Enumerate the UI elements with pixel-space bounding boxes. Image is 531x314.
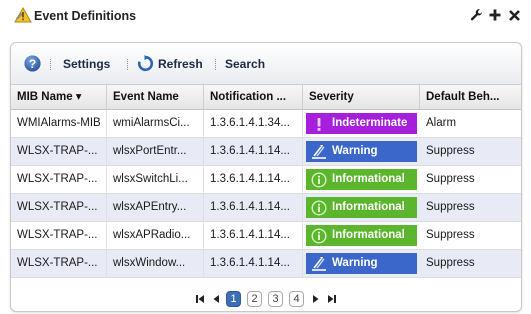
cell-default-behavior: Suppress (426, 173, 475, 185)
severity-badge: Informational (306, 225, 417, 246)
info-icon (311, 199, 327, 216)
settings-button[interactable]: Settings (63, 43, 110, 84)
cell-mib-name: WLSX-TRAP-... (11, 138, 107, 165)
cell-notification-oid: 1.3.6.1.4.1.14... (204, 166, 303, 193)
toolbar-separator (127, 59, 130, 70)
severity-label: Informational (332, 229, 405, 241)
cell-event-name: wmiAlarmsCi... (107, 110, 204, 137)
table-row[interactable]: WLSX-TRAP-... wlsxSwitchLi... 1.3.6.1.4.… (11, 166, 521, 194)
page-4-button[interactable]: 4 (289, 291, 304, 307)
previous-page-button[interactable] (210, 291, 222, 307)
warning-icon (311, 144, 327, 160)
refresh-icon (137, 55, 154, 72)
toolbar-separator (50, 59, 53, 70)
refresh-label: Refresh (158, 56, 203, 71)
plus-icon[interactable] (488, 7, 502, 23)
table-row[interactable]: WLSX-TRAP-... wlsxPortEntr... 1.3.6.1.4.… (11, 138, 521, 166)
severity-label: Informational (332, 173, 405, 185)
severity-badge: Warning (306, 253, 417, 274)
severity-badge: Informational (306, 197, 417, 218)
cell-mib-name: WLSX-TRAP-... (11, 250, 107, 277)
cell-mib-name: WLSX-TRAP-... (11, 194, 107, 221)
cell-default-behavior: Alarm (426, 117, 457, 129)
toolbar-separator (215, 59, 218, 70)
cell-event-name: wlsxAPEntry... (107, 194, 204, 221)
severity-label: Indeterminate (332, 117, 408, 129)
severity-label: Informational (332, 201, 405, 213)
wrench-icon[interactable] (469, 7, 483, 23)
cell-event-name: wlsxAPRadio... (107, 222, 204, 249)
pager: 1 2 3 4 (11, 287, 521, 311)
column-header-event-name[interactable]: Event Name (107, 85, 204, 109)
severity-badge: Informational (306, 169, 417, 190)
cell-default-behavior: Suppress (426, 201, 475, 213)
event-definitions-panel: ? Settings Refresh Search MIB Name ▾ Eve… (10, 42, 522, 312)
refresh-button[interactable]: Refresh (137, 43, 203, 84)
cell-default-behavior: Suppress (426, 145, 475, 157)
cell-mib-name: WMIAlarms-MIB (11, 110, 107, 137)
table-row[interactable]: WLSX-TRAP-... wlsxAPRadio... 1.3.6.1.4.1… (11, 222, 521, 250)
severity-label: Warning (332, 145, 378, 157)
last-page-button[interactable] (326, 291, 338, 307)
cell-notification-oid: 1.3.6.1.4.1.14... (204, 138, 303, 165)
cell-notification-oid: 1.3.6.1.4.1.34... (204, 110, 303, 137)
window-tools (469, 7, 521, 23)
window-titlebar: Event Definitions (0, 0, 531, 32)
cell-default-behavior: Suppress (426, 229, 475, 241)
search-button[interactable]: Search (225, 43, 265, 84)
warning-icon (311, 256, 327, 272)
severity-badge: Indeterminate (306, 113, 417, 134)
cell-notification-oid: 1.3.6.1.4.1.14... (204, 250, 303, 277)
help-icon[interactable]: ? (24, 43, 41, 84)
page-3-button[interactable]: 3 (268, 291, 283, 307)
column-header-severity[interactable]: Severity (303, 85, 420, 109)
column-header-notification[interactable]: Notification ... (204, 85, 303, 109)
toolbar: ? Settings Refresh Search (11, 43, 521, 85)
close-icon[interactable] (507, 7, 521, 23)
info-icon (311, 171, 327, 188)
first-page-button[interactable] (194, 291, 206, 307)
window-title: Event Definitions (34, 9, 137, 23)
severity-label: Warning (332, 257, 378, 269)
cell-event-name: wlsxWindow... (107, 250, 204, 277)
cell-notification-oid: 1.3.6.1.4.1.14... (204, 222, 303, 249)
cell-mib-name: WLSX-TRAP-... (11, 222, 107, 249)
page-2-button[interactable]: 2 (247, 291, 262, 307)
table-row[interactable]: WLSX-TRAP-... wlsxWindow... 1.3.6.1.4.1.… (11, 250, 521, 278)
page-1-button[interactable]: 1 (226, 291, 241, 307)
event-definitions-icon (14, 6, 32, 24)
next-page-button[interactable] (310, 291, 322, 307)
cell-event-name: wlsxPortEntr... (107, 138, 204, 165)
info-icon (311, 227, 327, 244)
cell-default-behavior: Suppress (426, 257, 475, 269)
table-row[interactable]: WMIAlarms-MIB wmiAlarmsCi... 1.3.6.1.4.1… (11, 110, 521, 138)
severity-badge: Warning (306, 141, 417, 162)
cell-notification-oid: 1.3.6.1.4.1.14... (204, 194, 303, 221)
column-header-default-behavior[interactable]: Default Beh... (420, 85, 521, 109)
table-row[interactable]: WLSX-TRAP-... wlsxAPEntry... 1.3.6.1.4.1… (11, 194, 521, 222)
indeterminate-icon (311, 116, 327, 132)
cell-event-name: wlsxSwitchLi... (107, 166, 204, 193)
column-header-mib-name[interactable]: MIB Name ▾ (11, 85, 107, 109)
table-header: MIB Name ▾ Event Name Notification ... S… (11, 85, 521, 110)
svg-text:?: ? (29, 57, 36, 71)
cell-mib-name: WLSX-TRAP-... (11, 166, 107, 193)
